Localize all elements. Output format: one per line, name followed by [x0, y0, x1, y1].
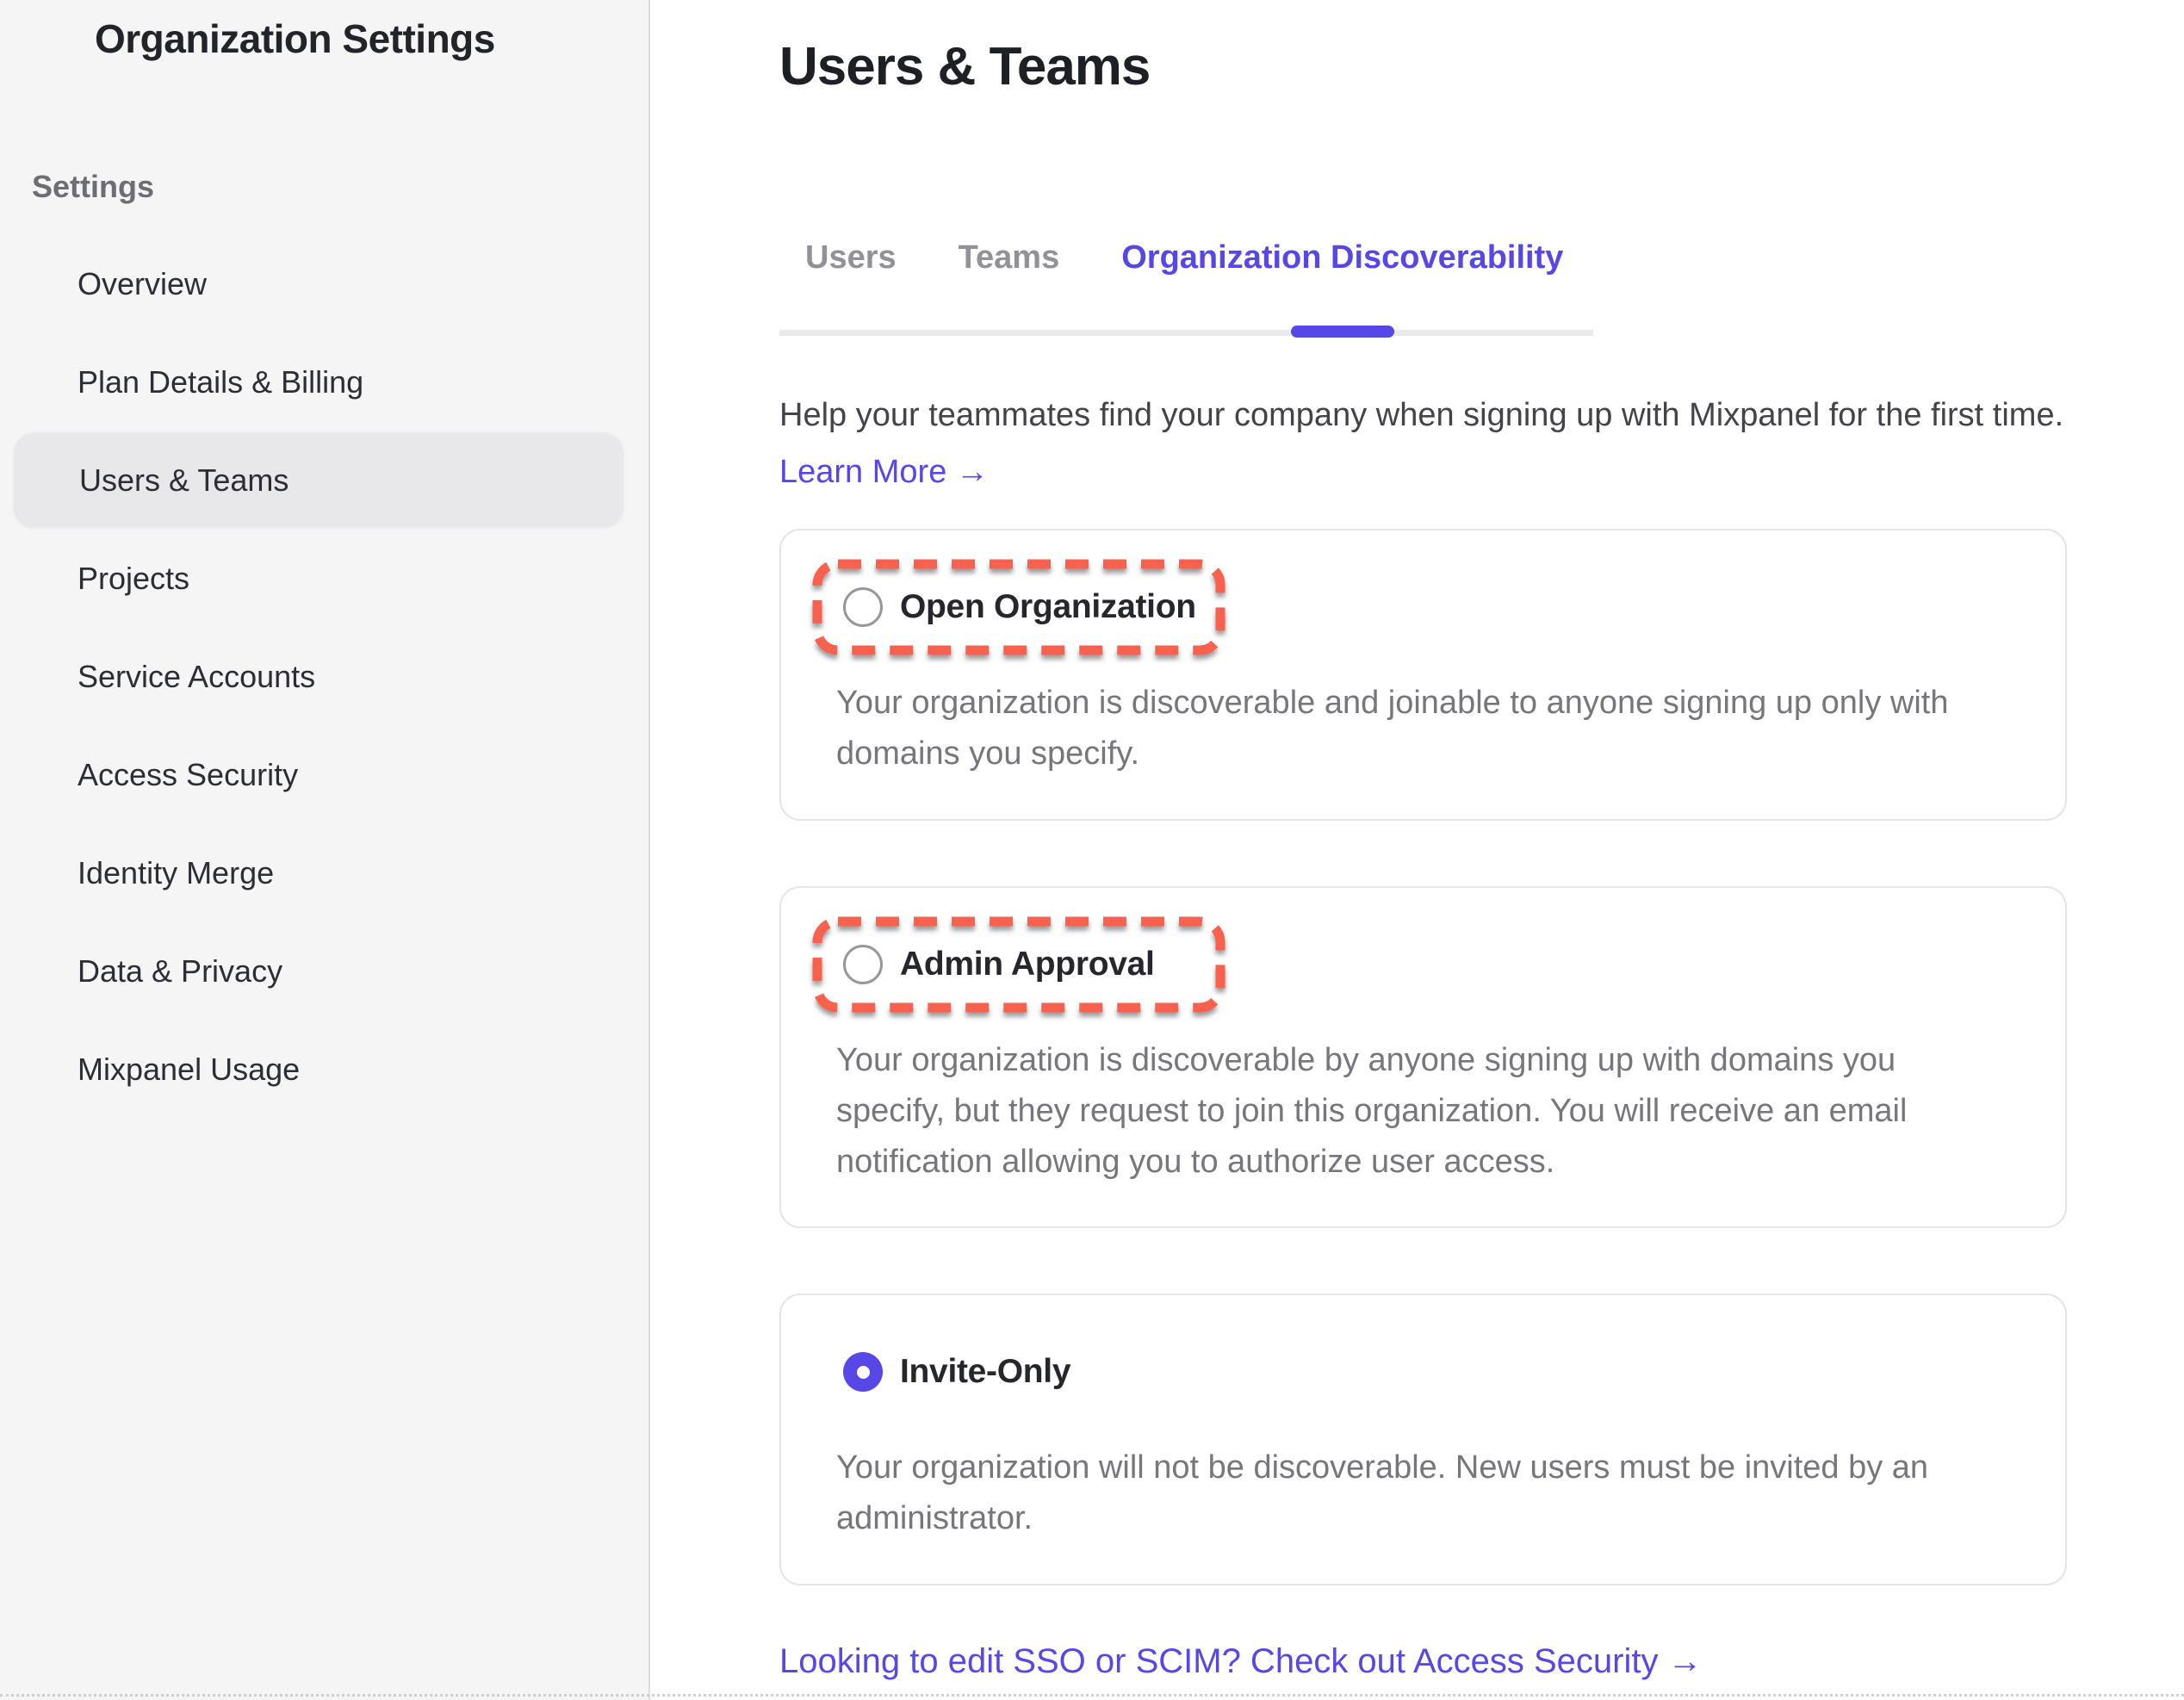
option-label-open-organization: Open Organization — [900, 588, 1196, 626]
option-description-admin-approval: Your organization is discoverable by any… — [836, 1035, 2010, 1188]
sidebar-item-plan-details-billing[interactable]: Plan Details & Billing — [12, 333, 625, 431]
radio-option-invite-only[interactable]: Invite-Only — [812, 1324, 2010, 1420]
sidebar-item-data-privacy[interactable]: Data & Privacy — [12, 922, 625, 1021]
option-description-open-organization: Your organization is discoverable and jo… — [836, 678, 2010, 779]
sidebar-item-mixpanel-usage[interactable]: Mixpanel Usage — [12, 1021, 625, 1119]
sidebar-item-users-teams[interactable]: Users & Teams — [12, 431, 625, 530]
tab-bar: Users Teams Organization Discoverability — [779, 239, 2067, 276]
access-security-link-text: Looking to edit SSO or SCIM? Check out A… — [779, 1642, 1658, 1680]
tab-organization-discoverability[interactable]: Organization Discoverability — [1121, 239, 1563, 276]
active-tab-indicator — [1291, 326, 1394, 338]
tab-users[interactable]: Users — [805, 239, 897, 276]
sidebar-item-access-security[interactable]: Access Security — [12, 726, 625, 824]
option-description-invite-only: Your organization will not be discoverab… — [836, 1443, 2010, 1544]
tab-teams[interactable]: Teams — [959, 239, 1060, 276]
radio-option-open-organization[interactable]: Open Organization — [812, 559, 1225, 655]
bottom-dotted-divider — [0, 1694, 2184, 1697]
sidebar-item-identity-merge[interactable]: Identity Merge — [12, 824, 625, 922]
page-title: Users & Teams — [779, 36, 2067, 97]
radio-inner-dot — [857, 1366, 870, 1379]
arrow-right-icon: → — [956, 454, 989, 490]
radio-admin-approval-icon[interactable] — [843, 945, 883, 984]
option-card-invite-only: Invite-Only Your organization will not b… — [779, 1294, 2067, 1585]
radio-invite-only-selected-icon[interactable] — [843, 1352, 883, 1392]
sidebar-section-label: Settings — [32, 169, 648, 205]
radio-open-organization-icon[interactable] — [843, 587, 883, 627]
learn-more-link[interactable]: Learn More → — [779, 454, 989, 491]
option-label-admin-approval: Admin Approval — [900, 946, 1155, 983]
arrow-right-icon: → — [1668, 1642, 1703, 1680]
sidebar-item-projects[interactable]: Projects — [12, 530, 625, 628]
sidebar-nav: Overview Plan Details & Billing Users & … — [0, 235, 648, 1119]
sidebar-item-overview[interactable]: Overview — [12, 235, 625, 333]
learn-more-text: Learn More — [779, 454, 946, 490]
sidebar: Organization Settings Settings Overview … — [0, 0, 650, 1700]
main-content: Users & Teams Users Teams Organization D… — [779, 0, 2067, 1681]
option-card-admin-approval: Admin Approval Your organization is disc… — [779, 886, 2067, 1229]
tab-underline — [779, 330, 1593, 336]
intro-text: Help your teammates find your company wh… — [779, 391, 2067, 440]
sidebar-title: Organization Settings — [95, 16, 648, 62]
radio-option-admin-approval[interactable]: Admin Approval — [812, 916, 1225, 1013]
option-label-invite-only: Invite-Only — [900, 1353, 1070, 1391]
sidebar-item-service-accounts[interactable]: Service Accounts — [12, 628, 625, 726]
access-security-link[interactable]: Looking to edit SSO or SCIM? Check out A… — [779, 1642, 1703, 1681]
option-card-open-organization: Open Organization Your organization is d… — [779, 529, 2067, 821]
